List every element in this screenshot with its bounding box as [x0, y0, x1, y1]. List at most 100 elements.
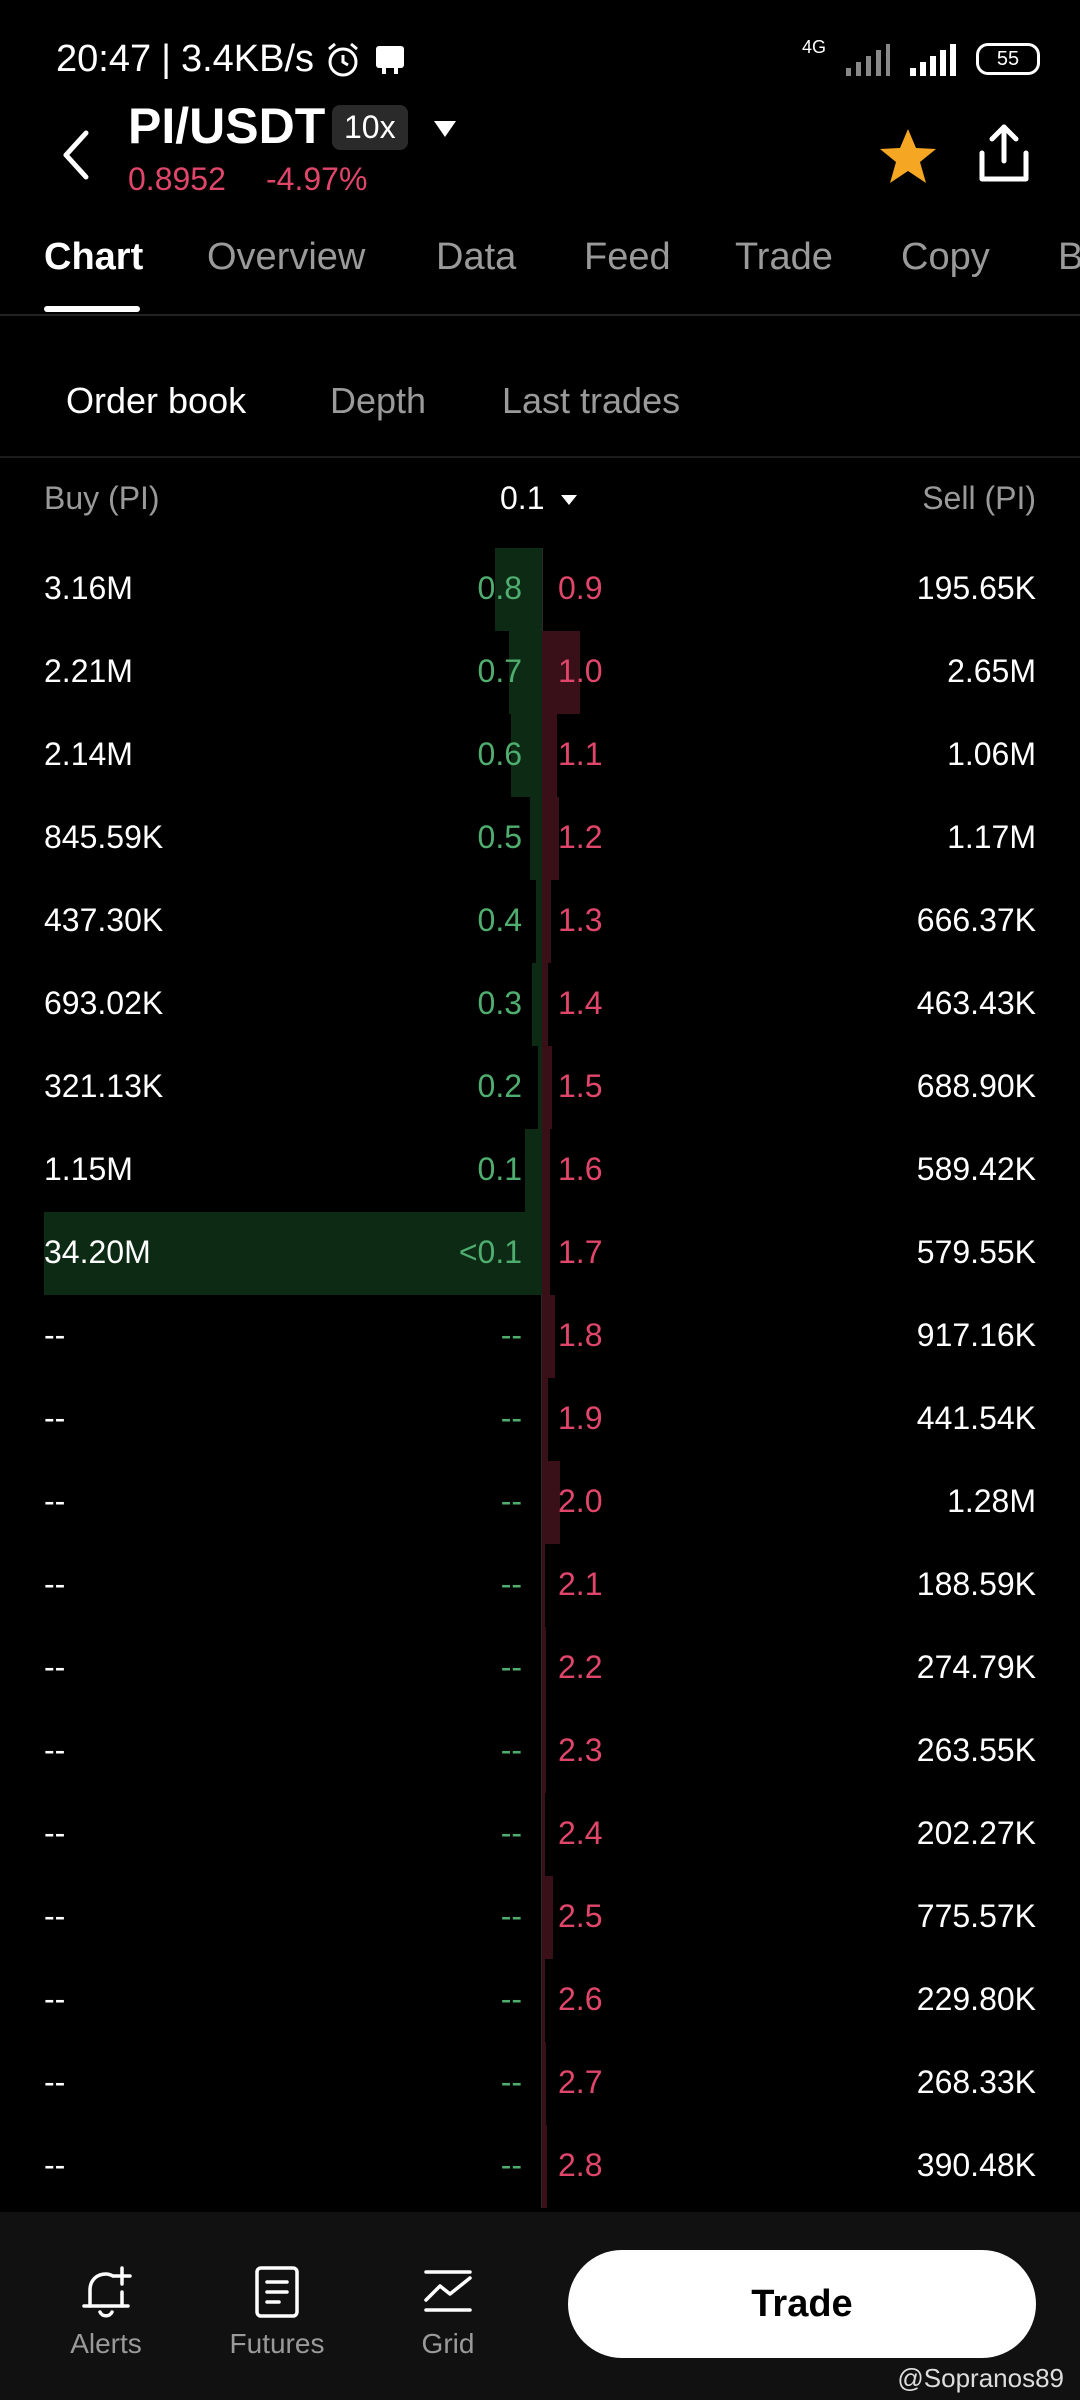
price-step-selector[interactable]: 0.1: [500, 480, 544, 517]
buy-quantity: 437.30K: [44, 902, 164, 938]
buy-price: --: [500, 2064, 522, 2100]
alarm-icon: [328, 42, 359, 76]
bell-plus-icon: [82, 2266, 132, 2318]
sell-quantity: 229.80K: [916, 1981, 1036, 2017]
sell-depth-bar: [542, 1876, 554, 1959]
order-book-row[interactable]: -- -- 2.7 268.33K: [0, 2042, 1080, 2125]
sell-column-header: Sell (PI): [922, 480, 1036, 516]
sell-price: 1.8: [558, 1317, 603, 1353]
buy-price: --: [500, 2147, 522, 2183]
order-book-row[interactable]: -- -- 2.2 274.79K: [0, 1627, 1080, 1710]
tab-data[interactable]: Data: [436, 236, 516, 279]
grid-chart-icon: [424, 2270, 472, 2312]
order-book-row[interactable]: -- -- 2.3 263.55K: [0, 1710, 1080, 1793]
buy-price: 0.8: [477, 570, 522, 606]
tab-feed[interactable]: Feed: [584, 236, 671, 279]
order-book-row[interactable]: 1.15M 0.1 1.6 589.42K: [0, 1129, 1080, 1212]
sell-depth-bar: [542, 1793, 545, 1876]
bottom-bar: Alerts Futures Grid Trade @Sopranos89: [0, 2212, 1080, 2400]
subtab-depth[interactable]: Depth: [330, 380, 426, 422]
buy-quantity: 34.20M: [44, 1234, 151, 1270]
tab-copy[interactable]: Copy: [901, 236, 990, 279]
back-icon[interactable]: [56, 125, 96, 185]
trading-pair-title[interactable]: PI/USDT: [128, 97, 325, 155]
tab-chart[interactable]: Chart: [44, 236, 143, 279]
order-book-row[interactable]: -- -- 2.0 1.28M: [0, 1461, 1080, 1544]
order-book-row[interactable]: -- -- 2.8 390.48K: [0, 2125, 1080, 2208]
buy-quantity: --: [44, 2064, 66, 2100]
share-icon[interactable]: [976, 123, 1032, 185]
order-book-row[interactable]: 693.02K 0.3 1.4 463.43K: [0, 963, 1080, 1046]
sell-quantity: 441.54K: [916, 1400, 1036, 1436]
watermark: @Sopranos89: [897, 2363, 1064, 2393]
order-book-row[interactable]: 845.59K 0.5 1.2 1.17M: [0, 797, 1080, 880]
sell-depth-bar: [542, 1627, 546, 1710]
order-book-row[interactable]: 437.30K 0.4 1.3 666.37K: [0, 880, 1080, 963]
buy-quantity: --: [44, 1317, 66, 1353]
status-time: 20:47: [56, 38, 152, 80]
caret-down-icon[interactable]: [432, 119, 458, 139]
sell-price: 2.8: [558, 2147, 603, 2183]
leverage-badge[interactable]: 10x: [332, 105, 408, 150]
sell-price: 1.0: [558, 653, 603, 689]
order-book-row[interactable]: -- -- 2.5 775.57K: [0, 1876, 1080, 1959]
order-book: 3.16M 0.8 0.9 195.65K 2.21M 0.7 1.0 2.65M 2.14M 0…: [0, 548, 1080, 2208]
buy-quantity: 3.16M: [44, 570, 133, 606]
buy-price: <0.1: [458, 1234, 522, 1270]
order-book-row[interactable]: 2.21M 0.7 1.0 2.65M: [0, 631, 1080, 714]
sell-depth-bar: [542, 2042, 546, 2125]
star-icon[interactable]: [876, 125, 940, 189]
order-book-row[interactable]: 321.13K 0.2 1.5 688.90K: [0, 1046, 1080, 1129]
sell-quantity: 1.06M: [947, 736, 1036, 772]
order-book-row[interactable]: -- -- 1.9 441.54K: [0, 1378, 1080, 1461]
order-book-row[interactable]: -- -- 1.8 917.16K: [0, 1295, 1080, 1378]
buy-quantity: 845.59K: [44, 819, 164, 855]
buy-quantity: 2.21M: [44, 653, 133, 689]
buy-quantity: --: [44, 1898, 66, 1934]
order-book-row[interactable]: 34.20M <0.1 1.7 579.55K: [0, 1212, 1080, 1295]
nav-label-grid: Grid: [421, 2328, 475, 2359]
order-book-row[interactable]: -- -- 2.4 202.27K: [0, 1793, 1080, 1876]
tab-overview[interactable]: Overview: [207, 236, 365, 279]
network-type: 4G: [801, 36, 826, 57]
sell-depth-bar: [542, 880, 552, 963]
sell-quantity: 579.55K: [916, 1234, 1036, 1270]
buy-price: 0.5: [477, 819, 522, 855]
order-book-header: Buy (PI) 0.1 Sell (PI): [0, 480, 1080, 530]
sell-quantity: 463.43K: [916, 985, 1036, 1021]
buy-quantity: --: [44, 1483, 66, 1519]
buy-quantity: 693.02K: [44, 985, 164, 1021]
futures-icon: [255, 2266, 299, 2318]
sell-depth-bar: [542, 2125, 548, 2208]
active-tab-indicator: [44, 306, 140, 312]
subtab-order-book[interactable]: Order book: [66, 380, 246, 422]
order-book-row[interactable]: -- -- 2.6 229.80K: [0, 1959, 1080, 2042]
tab-more[interactable]: B: [1058, 236, 1080, 279]
order-book-row[interactable]: -- -- 2.1 188.59K: [0, 1544, 1080, 1627]
sell-price: 2.7: [558, 2064, 603, 2100]
buy-price: 0.6: [477, 736, 522, 772]
subtab-last-trades[interactable]: Last trades: [502, 380, 680, 422]
nav-futures[interactable]: Futures: [207, 2262, 347, 2360]
trade-button[interactable]: Trade: [568, 2250, 1036, 2358]
sell-quantity: 589.42K: [916, 1151, 1036, 1187]
buy-quantity: --: [44, 1732, 66, 1768]
sell-quantity: 390.48K: [916, 2147, 1036, 2183]
order-book-row[interactable]: 2.14M 0.6 1.1 1.06M: [0, 714, 1080, 797]
nav-alerts[interactable]: Alerts: [36, 2262, 176, 2360]
sell-price: 2.3: [558, 1732, 603, 1768]
buy-price: 0.4: [477, 902, 522, 938]
buy-depth-bar: [535, 880, 542, 963]
sell-quantity: 188.59K: [916, 1566, 1036, 1602]
sell-price: 1.9: [558, 1400, 603, 1436]
sell-depth-bar: [542, 1959, 546, 2042]
caret-down-icon[interactable]: [560, 494, 578, 506]
sell-quantity: 2.65M: [947, 653, 1036, 689]
buy-depth-bar: [525, 1129, 542, 1212]
sell-depth-bar: [542, 1710, 546, 1793]
tab-trade[interactable]: Trade: [735, 236, 833, 279]
nav-grid[interactable]: Grid: [378, 2262, 518, 2360]
buy-quantity: 321.13K: [44, 1068, 164, 1104]
sell-quantity: 195.65K: [916, 570, 1036, 606]
order-book-row[interactable]: 3.16M 0.8 0.9 195.65K: [0, 548, 1080, 631]
